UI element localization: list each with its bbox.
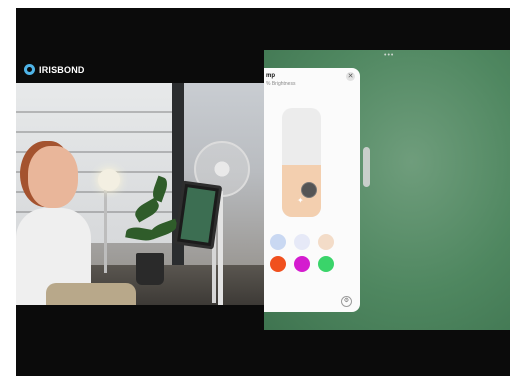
panel-title: mp xyxy=(266,73,275,79)
plant-pot xyxy=(136,253,164,285)
slide-over-handle[interactable] xyxy=(363,147,370,187)
lamp-pole xyxy=(104,183,107,273)
brand-logo: IRISBOND xyxy=(24,64,85,75)
ipad-screen: ••• mp % Brightness ✕ ✦ ⚙ xyxy=(264,50,510,330)
color-swatch-lavender[interactable] xyxy=(294,234,310,250)
close-icon[interactable]: ✕ xyxy=(346,72,355,81)
lamp xyxy=(98,169,120,191)
color-swatch-peach[interactable] xyxy=(318,234,334,250)
brand-name: IRISBOND xyxy=(39,64,85,75)
person-pants xyxy=(46,283,136,305)
color-swatch-orange[interactable] xyxy=(270,256,286,272)
color-swatch-magenta[interactable] xyxy=(294,256,310,272)
brightness-label: % Brightness xyxy=(266,81,296,87)
gear-icon[interactable]: ⚙ xyxy=(341,296,352,307)
irisbond-eye-icon xyxy=(24,64,35,75)
color-swatch-light-blue[interactable] xyxy=(270,234,286,250)
color-swatch-green[interactable] xyxy=(318,256,334,272)
sun-icon: ✦ xyxy=(297,196,304,205)
camera-scene xyxy=(16,83,266,305)
person-head xyxy=(28,146,78,208)
video-frame: IRISBOND ••• mp % Brightness ✕ ✦ ⚙ xyxy=(16,8,510,376)
lamp-control-panel: mp % Brightness ✕ ✦ ⚙ xyxy=(264,68,360,312)
multitasking-indicator[interactable]: ••• xyxy=(384,52,394,59)
